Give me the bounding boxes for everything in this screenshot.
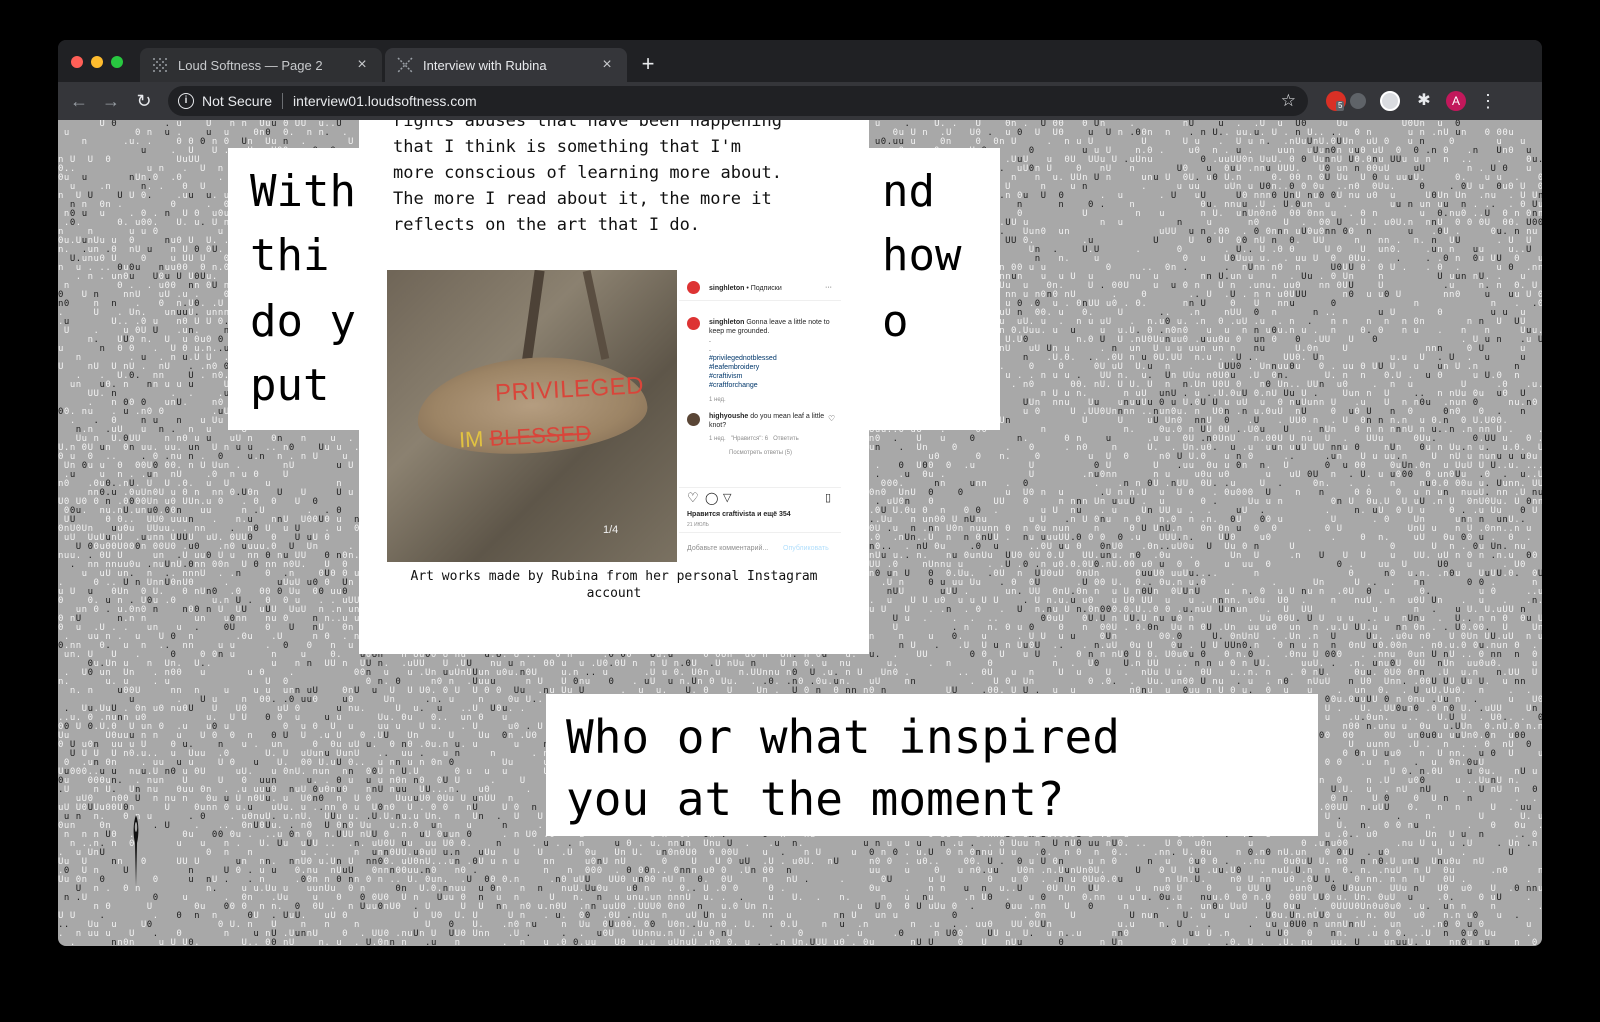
forward-arrow-icon[interactable]: → — [98, 88, 124, 114]
hashtag[interactable]: #craftivism — [709, 372, 837, 381]
paragraph-line: more conscious of learning more about. — [393, 163, 782, 183]
crossed-word: BLESSED — [488, 420, 592, 451]
divider — [679, 487, 841, 488]
username[interactable]: singhleton — [709, 319, 744, 326]
tab-title: Loud Softness — Page 2 — [178, 57, 323, 73]
likes-count[interactable]: Нравится craftivista и ещё 354 — [687, 510, 791, 519]
bookmark-star-icon[interactable]: ☆ — [1281, 91, 1296, 111]
paragraph-line: that I think is something that I'm — [393, 137, 741, 157]
bookmark-icon[interactable]: ▯ — [825, 491, 831, 505]
divider — [679, 300, 841, 301]
browser-toolbar: ← → ↻ i Not Secure interview01.loudsoftn… — [58, 82, 1542, 120]
extension-drop-icon[interactable] — [1350, 93, 1366, 109]
question1-line: do y — [250, 296, 356, 347]
info-icon[interactable]: i — [178, 93, 194, 109]
page-viewport[interactable]: U 0 . u U n n Uuu 0 UU u..U 0 uUUU. 0n .… — [58, 120, 1542, 946]
question1-fragment: o — [882, 296, 909, 347]
question-box-2: Who or what inspired you at the moment? — [546, 694, 1318, 836]
question1-line: thi — [250, 230, 330, 281]
username[interactable]: singhleton — [709, 285, 744, 292]
question1-line: With — [250, 166, 356, 217]
image-caption: Art works made by Rubina from her person… — [410, 569, 818, 601]
address-bar[interactable]: i Not Secure interview01.loudsoftness.co… — [168, 86, 1308, 116]
menu-kebab-icon[interactable]: ⋮ — [1478, 91, 1498, 111]
article-card: rights abuses that have been happening t… — [359, 120, 869, 654]
avatar[interactable] — [687, 281, 700, 294]
tab-interview[interactable]: Interview with Rubina × — [385, 48, 627, 82]
browser-window: Loud Softness — Page 2 × Interview with … — [58, 40, 1542, 946]
hashtag[interactable]: #craftforchange — [709, 381, 837, 390]
caption-dot: . — [709, 346, 711, 353]
question1-line: put — [250, 360, 330, 411]
omnibox-separator — [282, 93, 284, 109]
hashtag[interactable]: #leafembroidery — [709, 363, 837, 372]
paragraph-line: rights abuses that have been happening — [393, 120, 782, 131]
post-caption: singhleton Gonna leave a little note to … — [709, 318, 837, 405]
question1-fragment: how — [882, 230, 962, 281]
avatar[interactable] — [687, 317, 700, 330]
extension-badge-icon[interactable]: 5 — [1326, 91, 1346, 111]
slide-counter: 1/4 — [603, 524, 619, 536]
post-time: 1 нед. — [709, 397, 726, 403]
instagram-embed[interactable]: PRIVILEGED IM BLESSED 1/4 singhleton • П… — [387, 270, 841, 562]
paragraph-line: The more I read about it, the more it — [393, 189, 772, 209]
question1-fragment: nd — [882, 166, 935, 217]
close-tab-icon[interactable]: × — [354, 56, 370, 74]
extensions-puzzle-icon[interactable]: ✱ — [1414, 91, 1434, 111]
divider — [679, 532, 841, 533]
comment-bubble-icon[interactable]: ◯ — [705, 491, 718, 505]
embroidered-word: IM BLESSED — [458, 421, 591, 454]
question2-line: you at the moment? — [566, 772, 1065, 826]
article-paragraph: rights abuses that have been happening t… — [393, 120, 843, 238]
comment-meta[interactable]: 1 нед. "Нравится": 6 Ответить — [709, 435, 827, 444]
instagram-sidebar: singhleton • Подписки ··· singhleton Gon… — [679, 270, 841, 562]
publish-button[interactable]: Опубликовать — [783, 544, 829, 553]
twig — [582, 270, 610, 360]
embroidered-word-part: IM — [458, 426, 485, 453]
paragraph-line: reflects on the art that I do. — [393, 215, 701, 235]
url-text[interactable]: interview01.loudsoftness.com — [293, 93, 477, 109]
header-user: singhleton • Подписки — [709, 284, 782, 293]
username[interactable]: highyoushe — [709, 413, 748, 420]
reload-icon[interactable]: ↻ — [131, 88, 157, 114]
leaf-embroidery-photo[interactable]: PRIVILEGED IM BLESSED 1/4 — [387, 270, 677, 562]
avatar[interactable] — [687, 413, 700, 426]
comment: highyoushe do you mean leaf a little kno… — [709, 412, 827, 458]
needle-cursor-icon — [133, 815, 139, 887]
maximize-window-button[interactable] — [111, 56, 123, 68]
extension-count: 5 — [1336, 101, 1345, 111]
tab-loud-softness[interactable]: Loud Softness — Page 2 × — [140, 48, 382, 82]
view-replies-link[interactable]: Посмотреть ответы (5) — [709, 449, 827, 458]
comment-input[interactable]: Добавьте комментарий... — [687, 544, 768, 553]
dotted-favicon-icon — [152, 57, 168, 73]
minimize-window-button[interactable] — [91, 56, 103, 68]
security-label: Not Secure — [202, 93, 273, 109]
tab-strip: Loud Softness — Page 2 × Interview with … — [58, 40, 1542, 82]
like-heart-icon[interactable]: ♡ — [828, 414, 835, 423]
hashtag[interactable]: #privilegednotblessed — [709, 354, 837, 363]
post-date: 21 ИЮЛЬ — [687, 522, 709, 528]
close-window-button[interactable] — [71, 56, 83, 68]
profile-avatar[interactable]: A — [1446, 91, 1466, 111]
new-tab-button[interactable]: + — [636, 53, 660, 77]
more-options-icon[interactable]: ··· — [825, 283, 832, 292]
extension-photo-icon[interactable] — [1380, 91, 1400, 111]
share-send-icon[interactable]: ▽ — [723, 491, 731, 505]
close-tab-icon[interactable]: × — [599, 56, 615, 74]
follow-status[interactable]: • Подписки — [746, 285, 781, 292]
caption-dot: . — [709, 337, 711, 344]
back-arrow-icon[interactable]: ← — [66, 88, 92, 114]
like-heart-icon[interactable]: ♡ — [687, 491, 699, 505]
question2-line: Who or what inspired — [566, 710, 1120, 764]
cross-favicon-icon — [397, 57, 413, 73]
tab-title: Interview with Rubina — [423, 57, 547, 73]
